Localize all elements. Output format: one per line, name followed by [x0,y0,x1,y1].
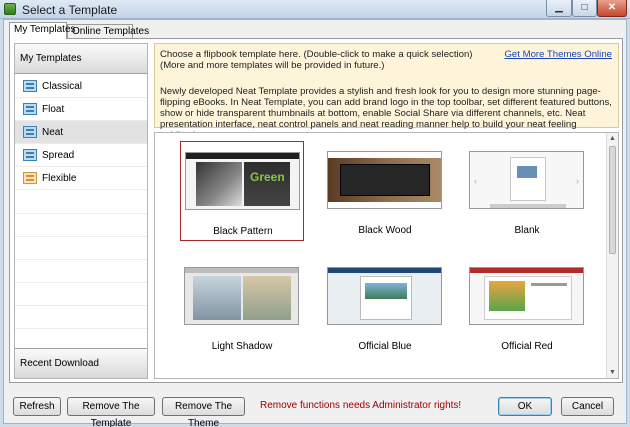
admin-rights-warning: Remove functions needs Administrator rig… [260,400,462,411]
remove-template-button[interactable]: Remove The Template [67,397,155,427]
layout-icon [23,103,37,115]
sidebar-footer-recent-download[interactable]: Recent Download [15,348,147,378]
info-box: Choose a flipbook template here. (Double… [154,43,619,141]
template-gallery: Green Black Pattern Black Wood ‹ › Blank [154,132,619,379]
sidebar-item-label: Spread [42,150,75,161]
dialog-body: My Templates Online Templates My Templat… [3,19,627,427]
cancel-button[interactable]: Cancel [561,397,614,416]
template-card-black-wood[interactable]: Black Wood [323,141,447,241]
refresh-button[interactable]: Refresh [13,397,61,416]
template-thumbnail [327,267,442,325]
sidebar-item-label: Flexible [42,173,77,184]
template-name: Official Blue [358,341,412,352]
template-card-official-blue[interactable]: Official Blue [323,257,447,357]
info-instructions: Choose a flipbook template here. (Double… [160,49,520,71]
divider [15,259,147,260]
sidebar-item-label: Neat [42,127,64,138]
sidebar-item-float[interactable]: Float [15,98,147,121]
info-line-1: Choose a flipbook template here. (Double… [160,49,473,60]
divider [15,305,147,306]
maximize-button[interactable]: □ [572,0,597,17]
divider [15,328,147,329]
ok-button[interactable]: OK [498,397,552,416]
tab-my-templates[interactable]: My Templates [9,22,76,39]
template-card-official-red[interactable]: Official Red [465,257,589,357]
template-name: Black Pattern [213,226,273,237]
thumbnail-text: Green [250,170,285,184]
app-icon [4,3,16,15]
remove-theme-button[interactable]: Remove The Theme [162,397,245,427]
sidebar-item-classical[interactable]: Classical [15,75,147,98]
template-thumbnail: Green [185,152,300,210]
close-button[interactable]: ✕ [597,0,627,17]
template-name: Official Red [501,341,553,352]
divider [15,282,147,283]
tab-panel: My Templates Classical Float Neat Spread… [9,38,623,383]
template-name: Light Shadow [211,341,273,352]
scroll-down-icon[interactable]: ▼ [609,369,616,376]
layout-icon [23,80,37,92]
scroll-up-icon[interactable]: ▲ [609,135,616,142]
sidebar-header-my-templates[interactable]: My Templates [15,44,147,74]
template-card-light-shadow[interactable]: Light Shadow [180,257,304,357]
title-bar: Select a Template ▁ □ ✕ [0,0,630,19]
sidebar-item-flexible[interactable]: Flexible [15,167,147,190]
sidebar-item-label: Float [42,104,65,115]
divider [15,236,147,237]
get-more-themes-link[interactable]: Get More Themes Online [504,49,612,60]
minimize-button[interactable]: ▁ [546,0,572,17]
template-card-blank[interactable]: ‹ › Blank [465,141,589,241]
chevron-right-icon: › [576,176,579,186]
window-title: Select a Template [22,3,118,17]
template-name: Blank [514,225,540,236]
layout-icon [23,126,37,138]
scrollbar-thumb[interactable] [609,146,616,254]
gallery-scrollbar[interactable]: ▲ ▼ [606,133,618,378]
template-thumbnail [184,267,299,325]
layout-icon [23,172,37,184]
template-name: Black Wood [358,225,412,236]
template-card-black-pattern[interactable]: Green Black Pattern [180,141,304,241]
template-thumbnail [327,151,442,209]
sidebar-item-spread[interactable]: Spread [15,144,147,167]
category-sidebar: My Templates Classical Float Neat Spread… [14,43,148,379]
template-thumbnail: ‹ › [469,151,584,209]
chevron-left-icon: ‹ [474,176,477,186]
sidebar-item-label: Classical [42,81,83,92]
template-thumbnail [469,267,584,325]
sidebar-item-neat[interactable]: Neat [15,121,147,144]
divider [15,213,147,214]
info-line-2: (More and more templates will be provide… [160,60,385,71]
layout-icon [23,149,37,161]
tab-online-templates[interactable]: Online Templates [67,24,149,39]
